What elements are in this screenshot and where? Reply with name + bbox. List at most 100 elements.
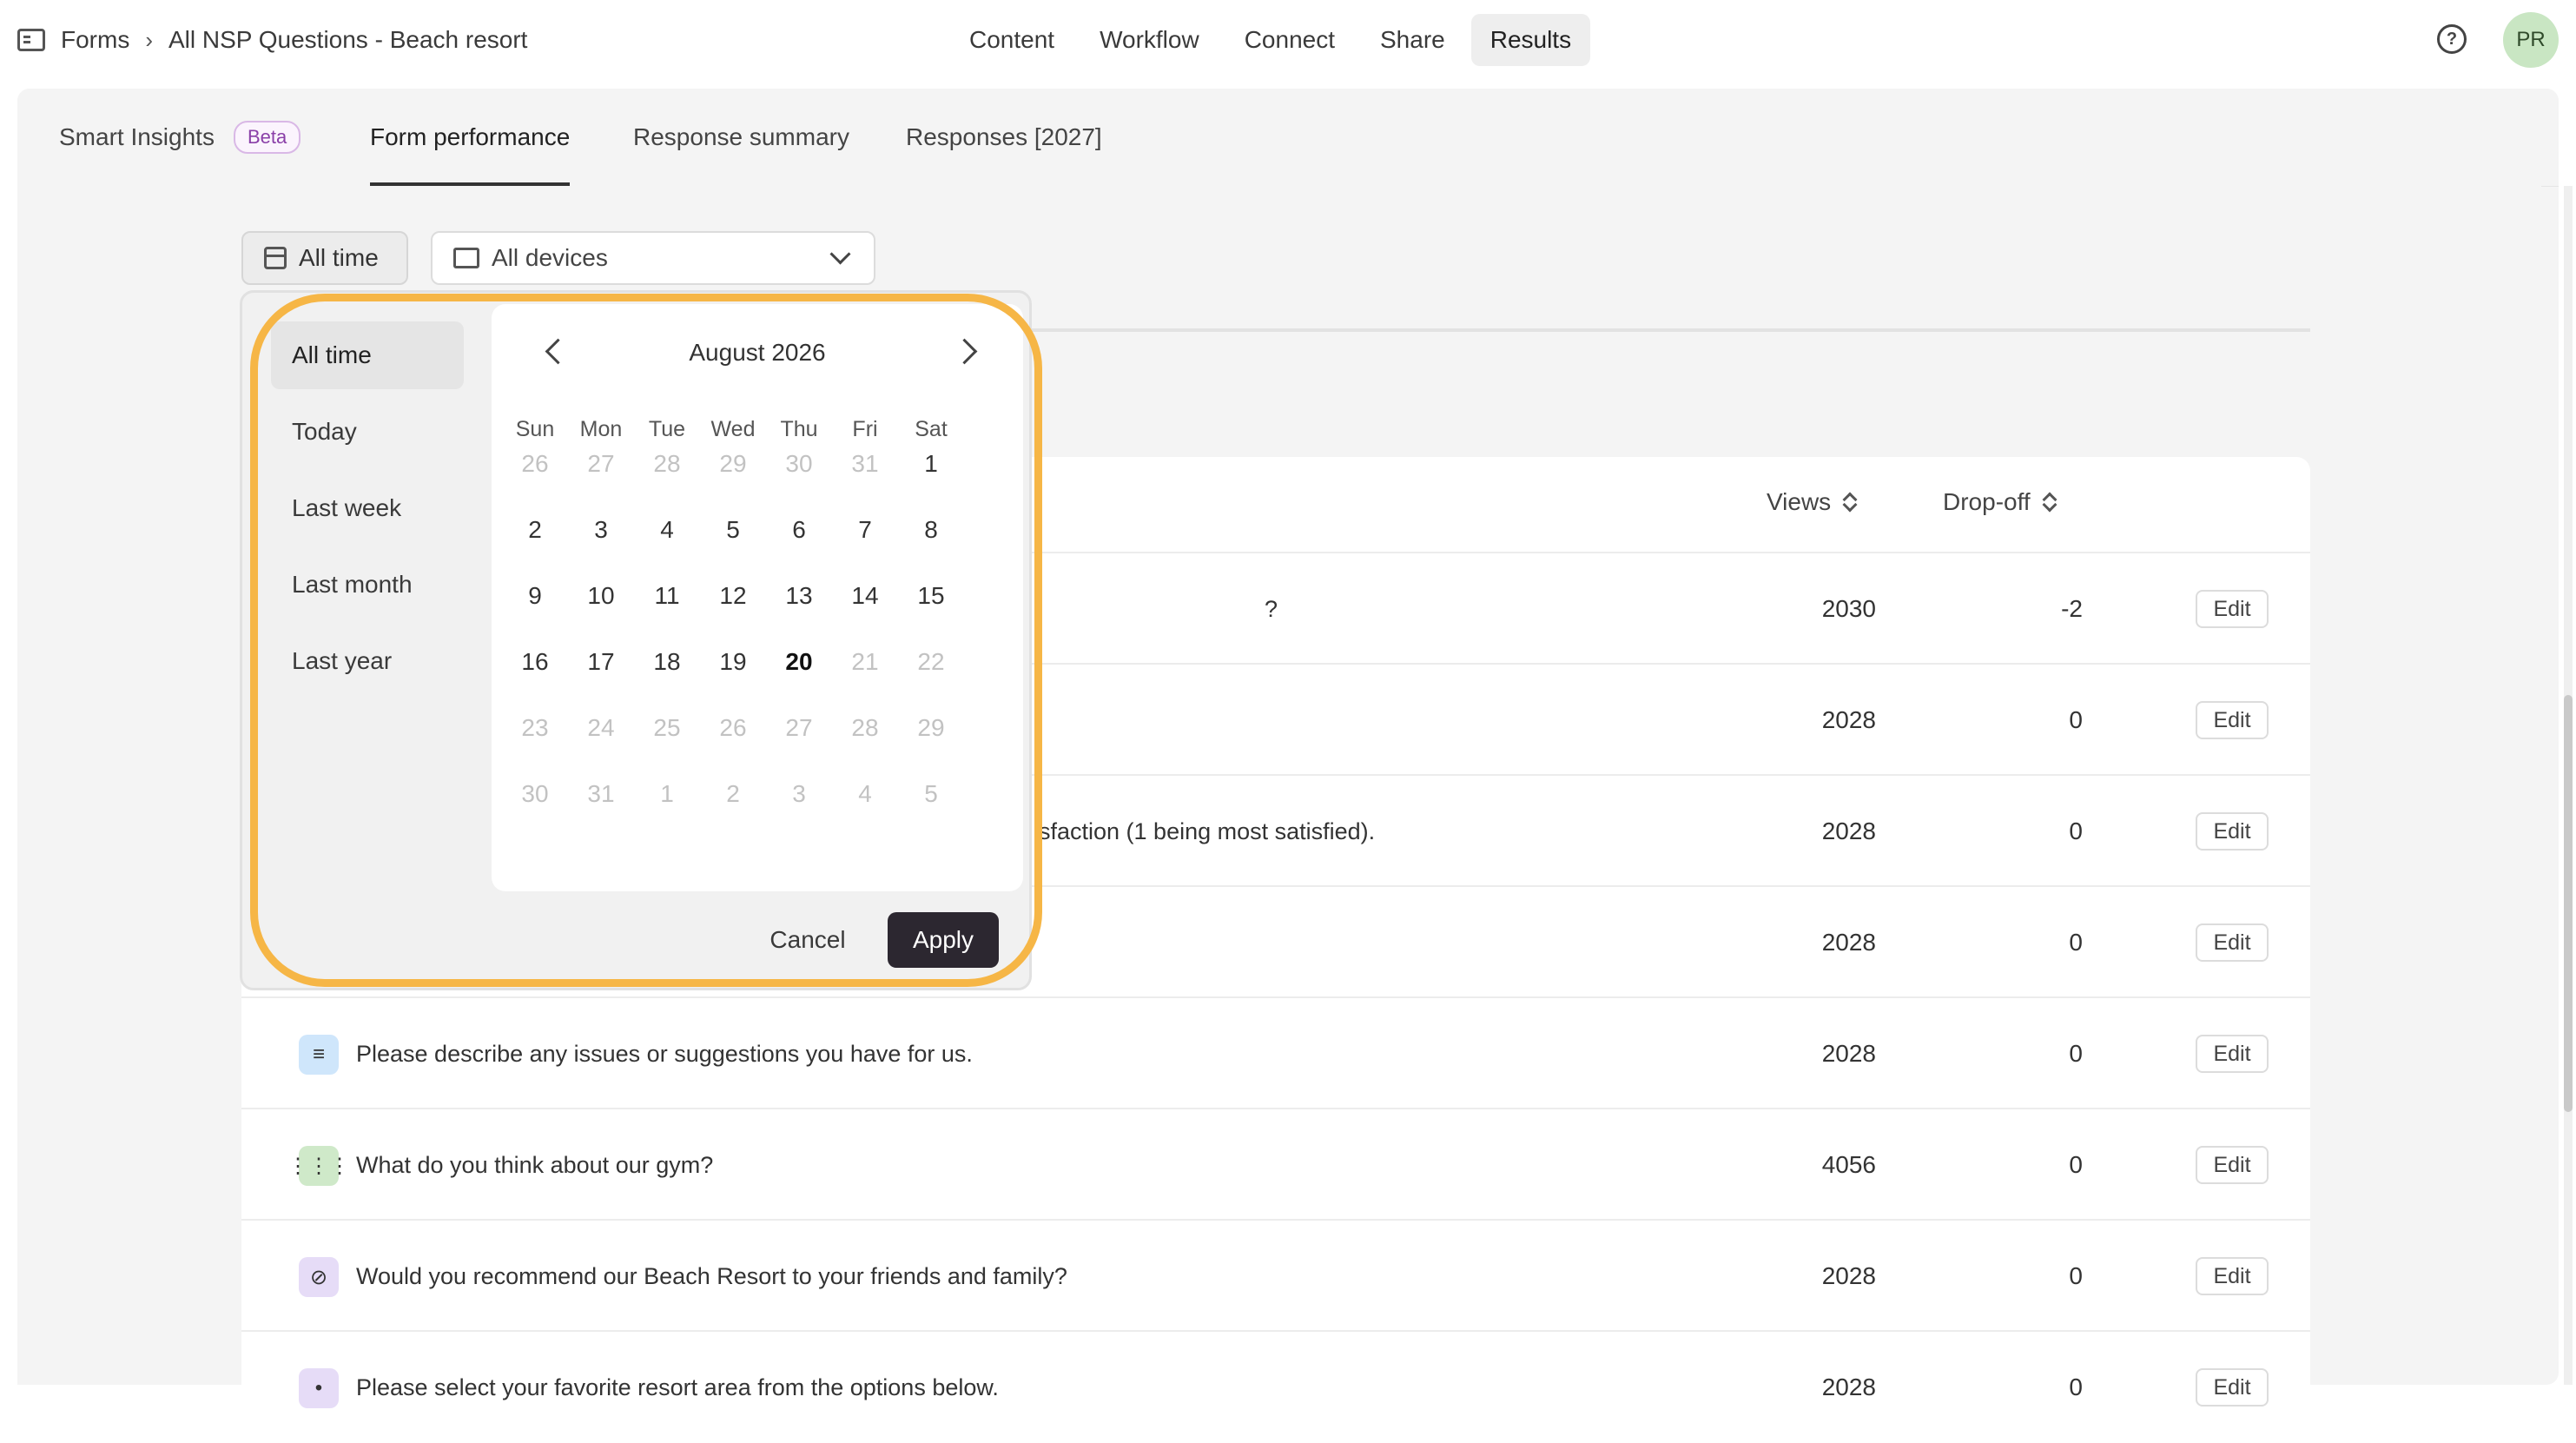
dropoff-value: -2: [2061, 595, 2083, 622]
calendar-day: 5: [924, 780, 938, 807]
sort-icon: [1843, 493, 1855, 512]
calendar-day: 1: [660, 780, 674, 807]
scrollbar-thumb[interactable]: [2564, 695, 2573, 1112]
calendar-day[interactable]: 2: [509, 504, 561, 556]
preset-last-month[interactable]: Last month: [271, 551, 464, 619]
preset-last-week[interactable]: Last week: [271, 474, 464, 542]
table-row[interactable]: • Please select your favorite resort are…: [241, 1330, 2310, 1443]
views-value: 2028: [1821, 1040, 1876, 1067]
calendar-day[interactable]: 14: [839, 570, 891, 622]
dropoff-value: 0: [2069, 706, 2083, 733]
calendar-day[interactable]: 15: [905, 570, 957, 622]
views-column-header[interactable]: Views: [1767, 488, 1855, 516]
device-filter-select[interactable]: All devices: [431, 231, 875, 285]
edit-button[interactable]: Edit: [2196, 590, 2269, 628]
calendar-day[interactable]: 13: [773, 570, 825, 622]
calendar-day[interactable]: 7: [839, 504, 891, 556]
avatar[interactable]: PR: [2503, 12, 2559, 68]
cancel-button[interactable]: Cancel: [756, 912, 860, 968]
calendar-day[interactable]: 17: [575, 636, 627, 688]
calendar-day: 30: [521, 780, 549, 807]
calendar-day: 27: [587, 450, 615, 477]
tab-smart-insights[interactable]: Smart Insights Beta: [59, 89, 301, 186]
table-row[interactable]: ⊘ Would you recommend our Beach Resort t…: [241, 1219, 2310, 1332]
question-text: ?: [1265, 595, 1278, 622]
dropoff-value: 0: [2069, 817, 2083, 844]
edit-button[interactable]: Edit: [2196, 1368, 2269, 1407]
calendar-day[interactable]: 20: [773, 636, 825, 688]
breadcrumb-form-title[interactable]: All NSP Questions - Beach resort: [168, 26, 527, 54]
calendar-month-title: August 2026: [689, 339, 826, 366]
breadcrumb: Forms › All NSP Questions - Beach resort: [17, 19, 527, 61]
question-text: Would you recommend our Beach Resort to …: [356, 1262, 1067, 1289]
dropoff-value: 0: [2069, 1373, 2083, 1400]
calendar-day[interactable]: 9: [509, 570, 561, 622]
matrix-icon: ⋮⋮⋮: [287, 1146, 350, 1186]
long-text-icon: ≡: [299, 1035, 339, 1075]
calendar-day: 3: [792, 780, 806, 807]
preset-last-year[interactable]: Last year: [271, 627, 464, 695]
nav-tab-workflow[interactable]: Workflow: [1080, 14, 1219, 66]
preset-today[interactable]: Today: [271, 398, 464, 466]
forms-icon: [17, 29, 45, 51]
views-value: 2028: [1821, 817, 1876, 844]
tab-response-summary[interactable]: Response summary: [633, 89, 849, 186]
devices-icon: [453, 248, 479, 268]
calendar-day[interactable]: 4: [641, 504, 693, 556]
question-text: Please describe any issues or suggestion…: [356, 1040, 973, 1067]
edit-button[interactable]: Edit: [2196, 923, 2269, 962]
views-value: 2028: [1821, 1373, 1876, 1400]
edit-button[interactable]: Edit: [2196, 812, 2269, 851]
dropoff-column-header[interactable]: Drop-off: [1943, 488, 2055, 516]
calendar-day: 31: [587, 780, 615, 807]
views-value: 2028: [1821, 929, 1876, 956]
calendar-day[interactable]: 5: [707, 504, 759, 556]
table-row[interactable]: ⋮⋮⋮ What do you think about our gym? 405…: [241, 1108, 2310, 1221]
tab-smart-insights-label: Smart Insights: [59, 123, 215, 150]
edit-button[interactable]: Edit: [2196, 1146, 2269, 1184]
main-nav: Content Workflow Connect Share Results: [950, 14, 1591, 66]
calendar-day[interactable]: 11: [641, 570, 693, 622]
dropoff-value: 0: [2069, 1262, 2083, 1289]
nav-tab-results[interactable]: Results: [1470, 14, 1591, 66]
calendar-day[interactable]: 19: [707, 636, 759, 688]
calendar-day[interactable]: 10: [575, 570, 627, 622]
date-filter-button[interactable]: All time: [241, 231, 408, 285]
nav-tab-share[interactable]: Share: [1361, 14, 1464, 66]
edit-button[interactable]: Edit: [2196, 1035, 2269, 1073]
calendar-day: 24: [587, 714, 615, 741]
views-value: 2028: [1821, 706, 1876, 733]
table-row[interactable]: ≡ Please describe any issues or suggesti…: [241, 996, 2310, 1109]
calendar-day: 30: [785, 450, 813, 477]
calendar-day[interactable]: 18: [641, 636, 693, 688]
calendar-day[interactable]: 1: [905, 438, 957, 490]
nav-tab-connect[interactable]: Connect: [1225, 14, 1354, 66]
breadcrumb-forms-link[interactable]: Forms: [61, 26, 129, 54]
views-value: 4056: [1821, 1151, 1876, 1178]
beta-badge: Beta: [233, 121, 301, 154]
multi-choice-icon: •: [299, 1368, 339, 1408]
views-value: 2028: [1821, 1262, 1876, 1289]
sort-icon: [2043, 493, 2055, 512]
preset-all-time[interactable]: All time: [271, 321, 464, 389]
calendar-day: 26: [719, 714, 747, 741]
calendar-day[interactable]: 3: [575, 504, 627, 556]
dropoff-header-label: Drop-off: [1943, 488, 2031, 515]
tab-responses[interactable]: Responses [2027]: [906, 89, 1102, 186]
results-subtabs: Smart Insights Beta Form performance Res…: [17, 89, 2559, 187]
calendar-day[interactable]: 8: [905, 504, 957, 556]
tab-form-performance[interactable]: Form performance: [370, 89, 571, 186]
apply-button[interactable]: Apply: [888, 912, 999, 968]
views-header-label: Views: [1767, 488, 1832, 515]
calendar-day: 29: [917, 714, 945, 741]
edit-button[interactable]: Edit: [2196, 701, 2269, 739]
calendar-day[interactable]: 12: [707, 570, 759, 622]
edit-button[interactable]: Edit: [2196, 1257, 2269, 1295]
calendar-day[interactable]: 16: [509, 636, 561, 688]
calendar-day: 28: [851, 714, 879, 741]
divider: [1025, 328, 2310, 332]
calendar-day: 27: [785, 714, 813, 741]
nav-tab-content[interactable]: Content: [950, 14, 1073, 66]
help-icon[interactable]: ?: [2437, 24, 2467, 54]
calendar-day[interactable]: 6: [773, 504, 825, 556]
